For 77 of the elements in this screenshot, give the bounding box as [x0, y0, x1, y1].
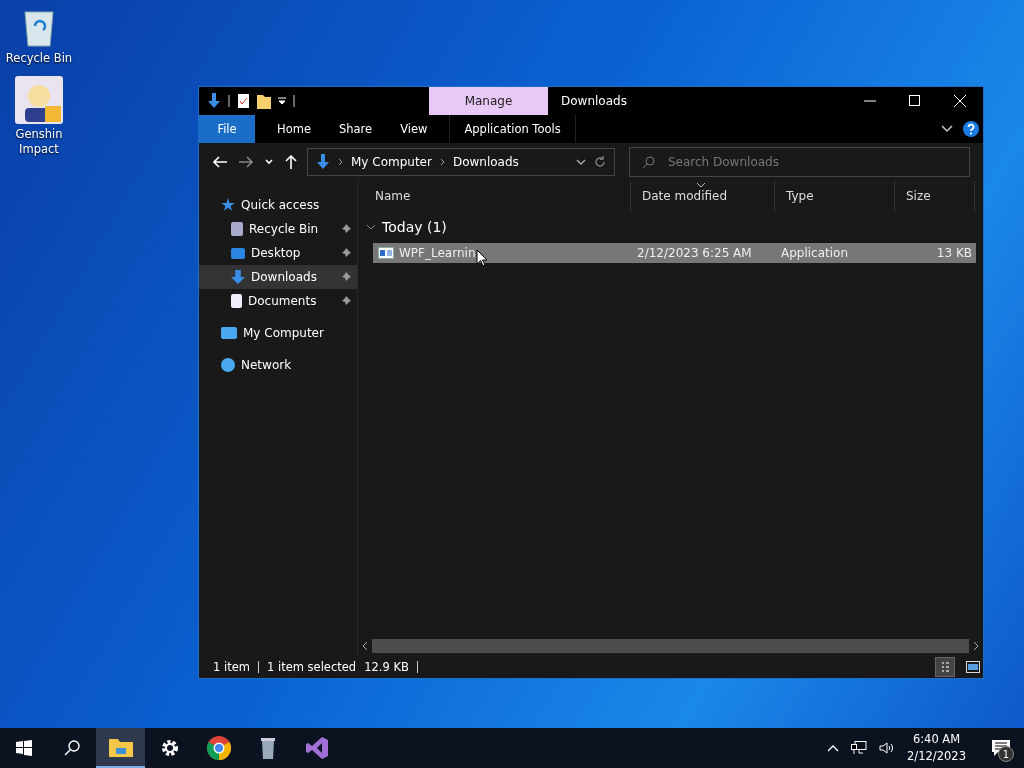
search-icon	[643, 156, 655, 168]
nav-item[interactable]: Recycle Bin	[199, 217, 357, 241]
nav-item[interactable]: Quick access	[199, 193, 357, 217]
nav-icon	[231, 247, 245, 259]
nav-icon	[231, 222, 243, 236]
column-header[interactable]: Date modified	[631, 181, 775, 211]
large-icons-icon	[966, 661, 980, 673]
speaker-icon[interactable]	[879, 741, 896, 755]
breadcrumb-separator-icon[interactable]	[439, 158, 445, 166]
download-icon[interactable]	[207, 93, 221, 109]
ribbon-tab[interactable]: Share	[324, 115, 387, 143]
clock-date[interactable]: 2/12/2023	[907, 748, 966, 765]
ribbon-tab[interactable]: View	[386, 115, 442, 143]
window-title: Downloads	[561, 94, 628, 108]
nav-icon	[221, 358, 235, 372]
pin-icon[interactable]	[341, 272, 351, 282]
download-icon	[316, 154, 330, 170]
breadcrumb-separator-icon[interactable]	[338, 158, 343, 166]
back-icon[interactable]	[213, 156, 227, 168]
clock-time[interactable]: 6:40 AM	[912, 731, 961, 748]
up-icon[interactable]	[285, 155, 297, 169]
maximize-icon[interactable]	[909, 95, 921, 107]
ribbon-tab[interactable]: File	[199, 115, 255, 143]
breadcrumb[interactable]: My Computer	[351, 155, 432, 169]
start-button[interactable]	[16, 740, 32, 756]
studio-icon	[304, 736, 329, 760]
folder-icon	[108, 737, 133, 757]
nav-item[interactable]: My Computer	[199, 321, 357, 345]
nav-icon	[221, 198, 235, 212]
search-icon[interactable]	[64, 740, 80, 756]
refresh-icon[interactable]	[594, 156, 606, 168]
scroll-right-icon[interactable]	[973, 642, 979, 650]
browser-icon	[206, 736, 231, 760]
mouse-cursor-icon	[476, 249, 489, 267]
desktop-icon-label[interactable]: Recycle Bin	[4, 51, 74, 66]
nav-item[interactable]: Desktop	[199, 241, 357, 265]
collapse-icon[interactable]	[366, 224, 376, 230]
nav-item[interactable]: Documents	[199, 289, 357, 313]
nav-icon	[231, 294, 242, 308]
chevron-up-icon[interactable]	[827, 744, 840, 752]
application-icon	[378, 247, 394, 259]
column-header[interactable]: Name	[364, 181, 631, 211]
desktop-icon-label[interactable]: Genshin Impact	[4, 127, 74, 157]
caret-icon[interactable]	[576, 159, 586, 165]
details-icon	[940, 661, 950, 673]
app-icon[interactable]	[15, 76, 63, 124]
address-bar[interactable]: My Computer Downloads	[307, 148, 615, 176]
network-icon[interactable]	[851, 741, 868, 755]
folder-icon[interactable]	[257, 93, 271, 109]
pin-icon[interactable]	[341, 296, 351, 306]
gear-icon	[159, 738, 180, 758]
notification-count: 1	[998, 746, 1014, 762]
contextual-tab-header: Manage	[429, 87, 548, 115]
chevron-icon[interactable]	[941, 125, 953, 133]
forward-icon[interactable]	[239, 156, 253, 168]
nav-item[interactable]: Network	[199, 353, 357, 377]
search-field[interactable]: Search Downloads	[629, 147, 970, 177]
pin-icon[interactable]	[341, 224, 351, 234]
nav-icon	[221, 327, 237, 339]
column-header[interactable]: Type	[775, 181, 895, 211]
nav-item[interactable]: Downloads	[199, 265, 357, 289]
close-icon[interactable]	[954, 95, 966, 107]
pin-icon[interactable]	[341, 248, 351, 258]
status-text: 12.9 KB	[364, 660, 409, 674]
ribbon-tab[interactable]: Home	[263, 115, 325, 143]
column-header[interactable]: Size	[895, 181, 975, 211]
group-header[interactable]: Today (1)	[382, 219, 447, 235]
details-view-button[interactable]	[935, 657, 955, 677]
help-icon[interactable]	[963, 121, 979, 137]
folder-taskbar-button[interactable]	[96, 728, 145, 768]
trash-can-icon	[259, 736, 276, 760]
properties-icon[interactable]	[237, 93, 250, 109]
scroll-left-icon[interactable]	[362, 642, 368, 650]
recent-locations-icon[interactable]	[265, 159, 273, 165]
status-text: 1 item selected	[266, 660, 357, 674]
breadcrumb[interactable]: Downloads	[452, 155, 519, 169]
status-text: 1 item	[213, 660, 250, 674]
